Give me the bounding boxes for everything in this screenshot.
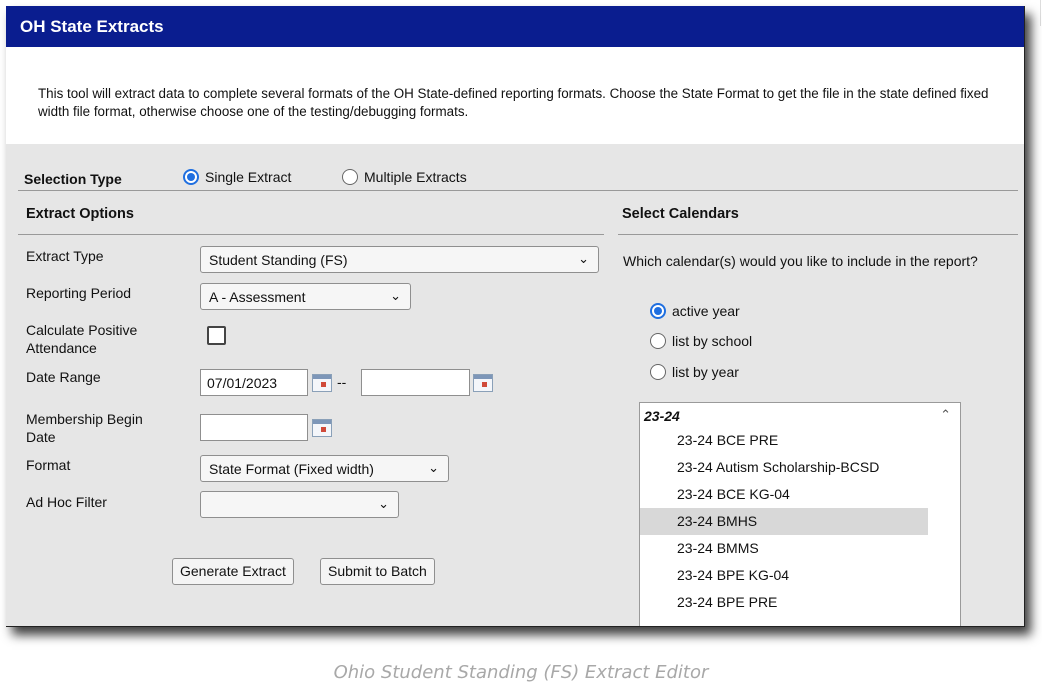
positive-attendance-label-line2: Attendance bbox=[26, 340, 97, 356]
list-by-school-label: list by school bbox=[672, 333, 753, 349]
radio-unselected-icon bbox=[650, 364, 666, 380]
calendar-item-label: 23-24 BCE KG-04 bbox=[677, 486, 790, 502]
divider bbox=[618, 234, 1018, 235]
positive-attendance-label: Calculate Positive Attendance bbox=[26, 321, 137, 357]
multiple-extracts-label: Multiple Extracts bbox=[364, 169, 467, 185]
membership-begin-input[interactable] bbox=[200, 414, 308, 441]
window-title: OH State Extracts bbox=[20, 17, 164, 36]
calendar-icon[interactable] bbox=[312, 419, 332, 437]
intro-panel: This tool will extract data to complete … bbox=[6, 47, 1024, 144]
extract-options-heading: Extract Options bbox=[26, 206, 134, 222]
reporting-period-select[interactable]: A - Assessment ⌄ bbox=[200, 283, 411, 310]
calendar-list-item[interactable]: 23-24 BCE KG-04 bbox=[640, 481, 928, 508]
active-year-label: active year bbox=[672, 303, 740, 319]
membership-begin-label-line2: Date bbox=[26, 429, 56, 445]
reporting-period-label: Reporting Period bbox=[26, 285, 132, 301]
selection-type-row: Selection Type Single Extract Multiple E… bbox=[6, 155, 1024, 191]
calendar-list-item[interactable]: 23-24 BMMS bbox=[640, 535, 928, 562]
calendar-item-label: 23-24 BCE PRE bbox=[677, 432, 779, 448]
calendar-list-item-selected[interactable]: 23-24 BMHS bbox=[640, 508, 928, 535]
select-calendars-heading: Select Calendars bbox=[622, 206, 739, 222]
membership-begin-label: Membership Begin Date bbox=[26, 410, 143, 446]
radio-unselected-icon bbox=[650, 333, 666, 349]
calendar-list-item[interactable]: 23-24 BPE PRE bbox=[640, 589, 928, 616]
calendar-item-label: 23-24 Autism Scholarship-BCSD bbox=[677, 459, 880, 475]
date-range-end-input[interactable] bbox=[361, 369, 470, 396]
ad-hoc-filter-select[interactable]: ⌄ bbox=[200, 491, 399, 518]
chevron-down-icon: ⌄ bbox=[428, 460, 439, 475]
membership-begin-label-line1: Membership Begin bbox=[26, 411, 143, 427]
chevron-up-icon[interactable]: ⌃ bbox=[940, 407, 951, 423]
calendar-group-heading: 23-24 bbox=[644, 408, 680, 424]
date-range-start-value: 07/01/2023 bbox=[207, 375, 278, 391]
radio-selected-icon bbox=[650, 303, 666, 319]
date-range-separator: -- bbox=[337, 374, 347, 390]
single-extract-label: Single Extract bbox=[205, 169, 292, 185]
figure-caption: Ohio Student Standing (FS) Extract Edito… bbox=[333, 662, 709, 683]
chevron-down-icon: ⌄ bbox=[378, 496, 389, 511]
ad-hoc-filter-label: Ad Hoc Filter bbox=[26, 494, 107, 510]
positive-attendance-checkbox[interactable] bbox=[207, 326, 226, 345]
divider bbox=[18, 234, 604, 235]
radio-selected-icon bbox=[183, 169, 199, 185]
calendar-icon[interactable] bbox=[312, 374, 332, 392]
calendar-item-label: 23-24 BPE KG-04 bbox=[677, 567, 790, 583]
single-extract-radio[interactable]: Single Extract bbox=[183, 169, 291, 185]
list-by-year-radio[interactable]: list by year bbox=[650, 364, 739, 380]
divider bbox=[18, 190, 1018, 191]
listbox-scrollbar[interactable]: ⌃ bbox=[930, 403, 960, 626]
format-value: State Format (Fixed width) bbox=[209, 461, 374, 477]
date-range-label: Date Range bbox=[26, 369, 101, 385]
reporting-period-value: A - Assessment bbox=[209, 289, 306, 305]
extract-window: OH State Extracts This tool will extract… bbox=[6, 6, 1025, 627]
tool-description: This tool will extract data to complete … bbox=[38, 86, 989, 119]
selection-type-label: Selection Type bbox=[24, 171, 122, 187]
extract-type-select[interactable]: Student Standing (FS) ⌄ bbox=[200, 246, 599, 273]
extract-type-value: Student Standing (FS) bbox=[209, 252, 348, 268]
positive-attendance-label-line1: Calculate Positive bbox=[26, 322, 138, 338]
page-edge-rule bbox=[1040, 0, 1041, 26]
calendar-icon[interactable] bbox=[473, 374, 493, 392]
calendar-list-item[interactable]: 23-24 BCE PRE bbox=[640, 427, 928, 454]
calendar-item-label: 23-24 BPE PRE bbox=[677, 594, 778, 610]
calendar-list-item[interactable]: 23-24 Autism Scholarship-BCSD bbox=[640, 454, 928, 481]
calendar-question: Which calendar(s) would you like to incl… bbox=[623, 253, 978, 269]
submit-to-batch-button[interactable]: Submit to Batch bbox=[320, 558, 435, 585]
calendar-item-label: 23-24 BMHS bbox=[677, 513, 758, 529]
multiple-extracts-radio[interactable]: Multiple Extracts bbox=[342, 169, 467, 185]
chevron-down-icon: ⌄ bbox=[390, 288, 401, 303]
chevron-down-icon: ⌄ bbox=[578, 251, 589, 266]
active-year-radio[interactable]: active year bbox=[650, 303, 740, 319]
list-by-year-label: list by year bbox=[672, 364, 739, 380]
format-select[interactable]: State Format (Fixed width) ⌄ bbox=[200, 455, 449, 482]
title-bar: OH State Extracts bbox=[6, 6, 1024, 47]
generate-extract-button[interactable]: Generate Extract bbox=[172, 558, 294, 585]
extract-type-label: Extract Type bbox=[26, 248, 104, 264]
calendar-item-label: 23-24 BMMS bbox=[677, 540, 759, 556]
format-label: Format bbox=[26, 457, 71, 473]
calendar-listbox[interactable]: 23-24 23-24 BCE PRE 23-24 Autism Scholar… bbox=[639, 402, 961, 626]
date-range-start-input[interactable]: 07/01/2023 bbox=[200, 369, 308, 396]
calendar-list-item[interactable]: 23-24 BPE KG-04 bbox=[640, 562, 928, 589]
list-by-school-radio[interactable]: list by school bbox=[650, 333, 752, 349]
radio-unselected-icon bbox=[342, 169, 358, 185]
